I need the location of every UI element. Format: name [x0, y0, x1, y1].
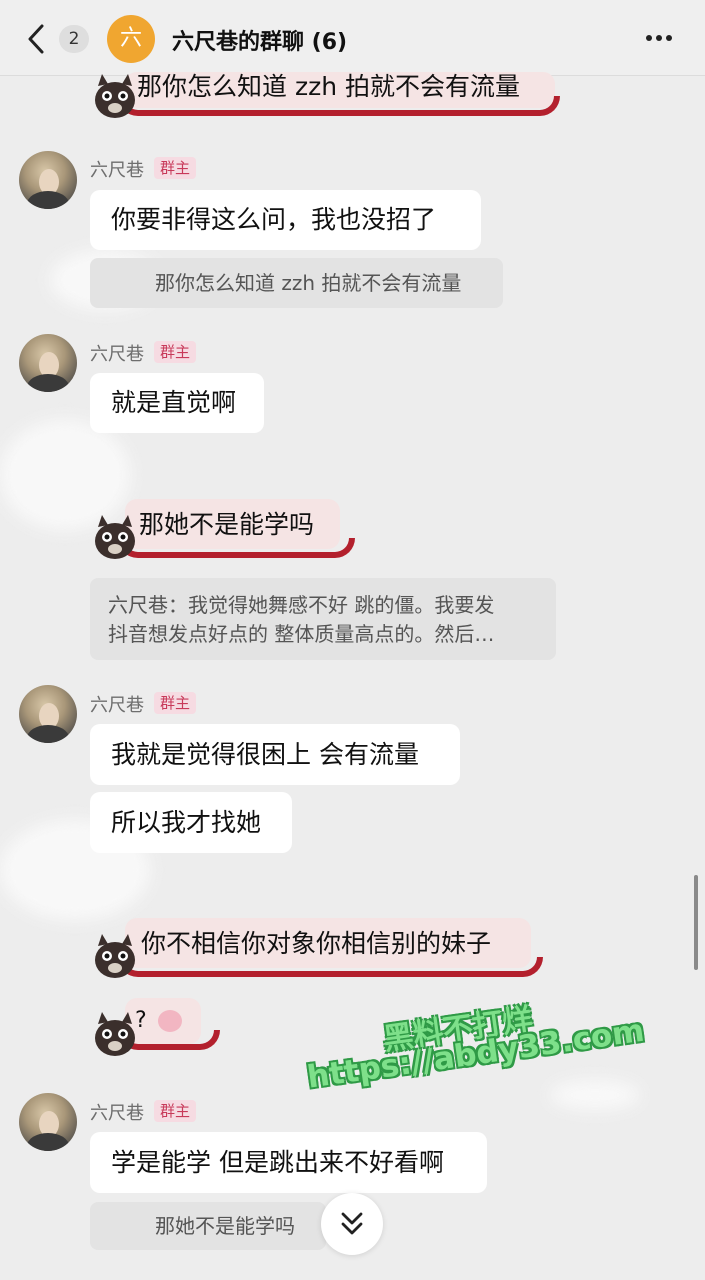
double-chevron-down-icon: [341, 1212, 363, 1235]
unread-count-badge: 2: [59, 25, 89, 53]
message-bubble[interactable]: 所以我才找她: [90, 792, 292, 853]
blur-patch: [550, 1080, 640, 1110]
sticker-underline: [118, 538, 355, 558]
message-bubble[interactable]: 我就是觉得很困上 会有流量: [90, 724, 460, 785]
cat-sticker-icon: [95, 1012, 135, 1056]
cat-sticker-icon: [95, 74, 135, 118]
sender-avatar[interactable]: [19, 685, 77, 743]
message-bubble[interactable]: 你要非得这么问，我也没招了: [90, 190, 481, 250]
quoted-message[interactable]: 那她不是能学吗: [90, 1202, 326, 1250]
more-dots-icon: [666, 35, 672, 41]
sender-name: 六尺巷: [90, 344, 144, 365]
sticker-text: 你不相信你对象你相信别的妹子: [141, 929, 492, 958]
group-owner-badge: 群主: [154, 341, 197, 363]
group-owner-badge: 群主: [154, 1100, 197, 1122]
chat-title[interactable]: 六尺巷的群聊 (6): [172, 24, 347, 56]
sender-avatar[interactable]: [19, 334, 77, 392]
crying-emoji-icon: [157, 1010, 182, 1032]
sender-name: 六尺巷: [90, 1103, 144, 1124]
cat-sticker-icon: [95, 515, 135, 559]
chat-header: 2 六 六尺巷的群聊 (6): [0, 0, 705, 76]
sender-avatar[interactable]: [19, 151, 77, 209]
cat-sticker-icon: [95, 934, 135, 978]
group-owner-badge: 群主: [154, 157, 197, 179]
back-button[interactable]: [22, 22, 52, 56]
sender-name: 六尺巷: [90, 695, 144, 716]
more-dots-icon: [646, 35, 652, 41]
quote-line: 抖音想发点好点的 整体质量高点的。然后…: [108, 622, 495, 646]
more-button[interactable]: [644, 26, 684, 50]
quote-line: 六尺巷：我觉得她舞感不好 跳的僵。我要发: [108, 593, 495, 617]
more-dots-icon: [656, 35, 662, 41]
group-avatar[interactable]: 六: [107, 15, 155, 63]
sticker-text: 那她不是能学吗: [139, 510, 315, 539]
quoted-message[interactable]: 六尺巷：我觉得她舞感不好 跳的僵。我要发 抖音想发点好点的 整体质量高点的。然后…: [90, 578, 556, 660]
chevron-left-icon: [28, 24, 44, 54]
sender-avatar[interactable]: [19, 1093, 77, 1151]
quoted-message[interactable]: 那你怎么知道 zzh 拍就不会有流量: [90, 258, 503, 308]
sticker-underline: [118, 957, 543, 977]
message-bubble[interactable]: 学是能学 但是跳出来不好看啊: [90, 1132, 487, 1193]
message-bubble[interactable]: 就是直觉啊: [90, 373, 264, 433]
scrollbar[interactable]: [694, 875, 698, 970]
sender-name: 六尺巷: [90, 160, 144, 181]
scroll-to-bottom-button[interactable]: [321, 1193, 383, 1255]
sticker-underline: [118, 96, 560, 116]
group-owner-badge: 群主: [154, 692, 197, 714]
